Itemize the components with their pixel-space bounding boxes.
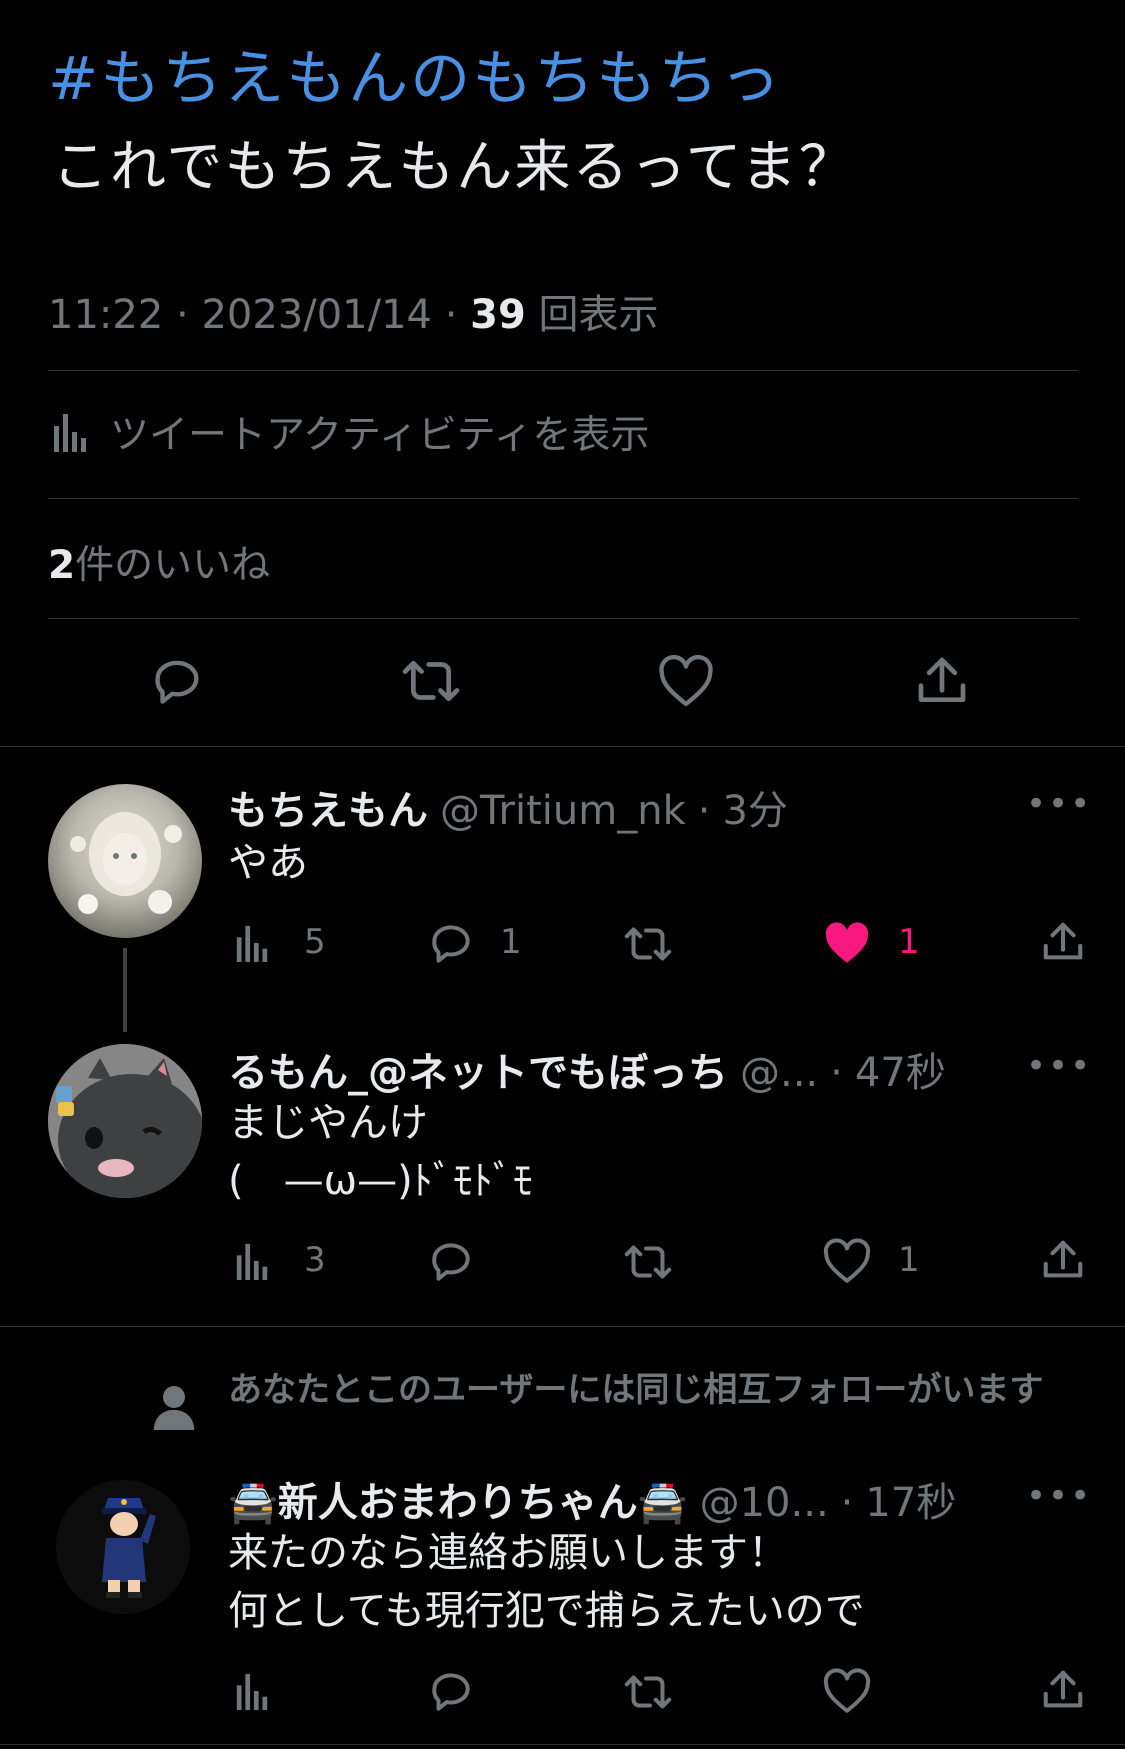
likes-label: 件のいいね	[75, 543, 271, 588]
divider	[0, 1326, 1125, 1327]
display-name[interactable]: 🚔新人おまわりちゃん🚔	[228, 1470, 688, 1528]
reply-time: 17秒	[865, 1480, 957, 1526]
separator: ·	[840, 1480, 854, 1526]
display-name[interactable]: もちえもん	[228, 778, 428, 836]
views-count: 39	[470, 292, 526, 338]
tweet-text: これでもちえもん来るってま？	[52, 135, 857, 200]
avatar[interactable]	[48, 1044, 202, 1198]
tweet-date: 2023/01/14	[201, 292, 432, 338]
analytics-icon[interactable]	[234, 924, 270, 962]
avatar-illustration	[48, 1044, 202, 1198]
display-name[interactable]: るもん_@ネットでもぼっち	[228, 1040, 728, 1098]
reply-icon[interactable]	[148, 652, 206, 710]
divider	[48, 370, 1078, 371]
share-icon[interactable]	[1040, 1666, 1086, 1714]
reply-count: 1	[500, 922, 522, 962]
analytics-icon[interactable]	[234, 1242, 270, 1280]
views-label: 回表示	[538, 292, 659, 338]
tweet-activity-link[interactable]: ツイートアクティビティを表示	[52, 404, 649, 460]
thread-line	[123, 948, 127, 1032]
liked-heart-icon[interactable]	[822, 920, 872, 966]
reply-text: やあ	[228, 840, 308, 886]
social-context: あなたとこのユーザーには同じ相互フォローがいます	[228, 1370, 1044, 1410]
share-icon[interactable]	[1040, 1236, 1086, 1284]
reply-icon[interactable]	[426, 1236, 476, 1286]
divider	[48, 618, 1078, 619]
separator: ·	[830, 1050, 843, 1096]
reply-icon[interactable]	[426, 1666, 476, 1716]
reply-text-line-1: まじやんけ	[228, 1100, 428, 1146]
user-handle[interactable]: @Tritium_nk	[440, 788, 686, 834]
more-icon[interactable]: •••	[1026, 1476, 1092, 1516]
like-count: 1	[898, 1240, 920, 1280]
likes-count: 2	[48, 543, 76, 588]
reply-time: 47秒	[854, 1050, 946, 1096]
like-icon[interactable]	[822, 1238, 872, 1284]
likes-summary[interactable]: 2件のいいね	[48, 534, 270, 590]
reply-header: 🚔新人おまわりちゃん🚔 @10... · 17秒	[228, 1470, 956, 1528]
tweet-time: 11:22	[48, 292, 164, 338]
user-handle[interactable]: @...	[740, 1050, 818, 1096]
more-icon[interactable]: •••	[1026, 784, 1092, 824]
retweet-icon[interactable]	[621, 920, 675, 968]
activity-label: ツイートアクティビティを表示	[110, 413, 650, 458]
avatar[interactable]	[56, 1480, 190, 1614]
avatar-illustration	[70, 812, 182, 914]
person-icon	[153, 1386, 195, 1430]
tweet-hashtag-link[interactable]: #もちえもんのもちもちっ	[48, 30, 782, 117]
police-officer-illustration	[102, 1498, 156, 1598]
avatar[interactable]	[48, 784, 202, 938]
reply-text-line-2: ( —ω—)ﾄﾞﾓﾄﾞﾓ	[228, 1158, 533, 1204]
share-icon[interactable]	[914, 652, 970, 710]
reply-time: 3分	[722, 788, 788, 834]
user-handle[interactable]: @10...	[700, 1480, 829, 1526]
like-count: 1	[898, 922, 920, 962]
analytics-icon	[54, 414, 86, 452]
reply-text-line-1: 来たのなら連絡お願いします！	[228, 1530, 788, 1576]
separator: ·	[697, 788, 711, 834]
like-icon[interactable]	[822, 1668, 872, 1714]
reply-header: るもん_@ネットでもぼっち @... · 47秒	[228, 1040, 946, 1098]
views-count: 3	[304, 1240, 326, 1280]
divider	[0, 746, 1125, 747]
views-count: 5	[304, 922, 326, 962]
divider	[48, 498, 1078, 499]
retweet-icon[interactable]	[398, 652, 464, 710]
tweet-meta: 11:22 · 2023/01/14 · 39 回表示	[48, 292, 659, 338]
analytics-icon[interactable]	[234, 1672, 270, 1710]
retweet-icon[interactable]	[621, 1668, 675, 1716]
share-icon[interactable]	[1040, 918, 1086, 966]
like-icon[interactable]	[657, 654, 715, 708]
reply-text-line-2: 何としても現行犯で捕らえたいので	[228, 1588, 865, 1634]
reply-icon[interactable]	[426, 918, 476, 968]
reply-header: もちえもん @Tritium_nk · 3分	[228, 778, 788, 836]
retweet-icon[interactable]	[621, 1238, 675, 1286]
more-icon[interactable]: •••	[1026, 1046, 1092, 1086]
divider	[0, 1744, 1125, 1745]
